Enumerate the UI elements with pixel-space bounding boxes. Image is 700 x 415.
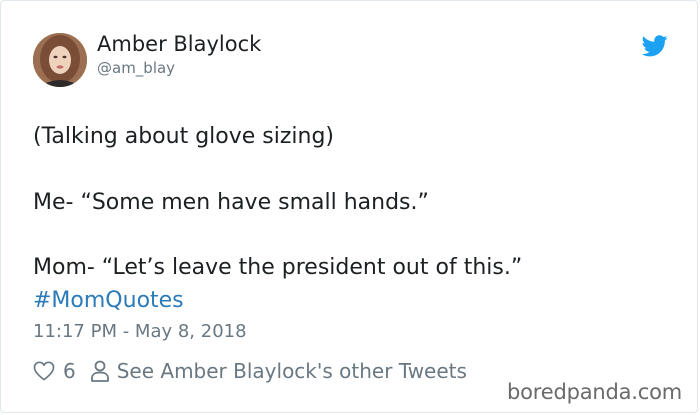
- like-count[interactable]: 6: [63, 359, 76, 383]
- tweet-actions: 6 See Amber Blaylock's other Tweets: [33, 359, 467, 383]
- embedded-tweet-card: Amber Blaylock @am_blay (Talking about g…: [0, 0, 698, 413]
- tweet-timestamp[interactable]: 11:17 PM - May 8, 2018: [33, 321, 247, 342]
- heart-icon[interactable]: [33, 361, 55, 381]
- source-watermark: boredpanda.com: [507, 380, 683, 404]
- tweet-line-context: (Talking about glove sizing): [33, 124, 335, 149]
- avatar-portrait-icon: [33, 33, 87, 87]
- twitter-bird-icon[interactable]: [642, 35, 668, 57]
- author-handle[interactable]: @am_blay: [97, 59, 175, 77]
- author-avatar[interactable]: [33, 33, 87, 87]
- hashtag-link[interactable]: #MomQuotes: [33, 288, 184, 313]
- tweet-text: (Talking about glove sizing) Me- “Some m…: [33, 121, 673, 317]
- see-other-tweets-link[interactable]: See Amber Blaylock's other Tweets: [117, 359, 467, 383]
- author-name[interactable]: Amber Blaylock: [97, 32, 261, 56]
- person-icon[interactable]: [90, 360, 110, 382]
- tweet-line-mom: Mom- “Let’s leave the president out of t…: [33, 255, 523, 280]
- tweet-line-me: Me- “Some men have small hands.”: [33, 189, 429, 215]
